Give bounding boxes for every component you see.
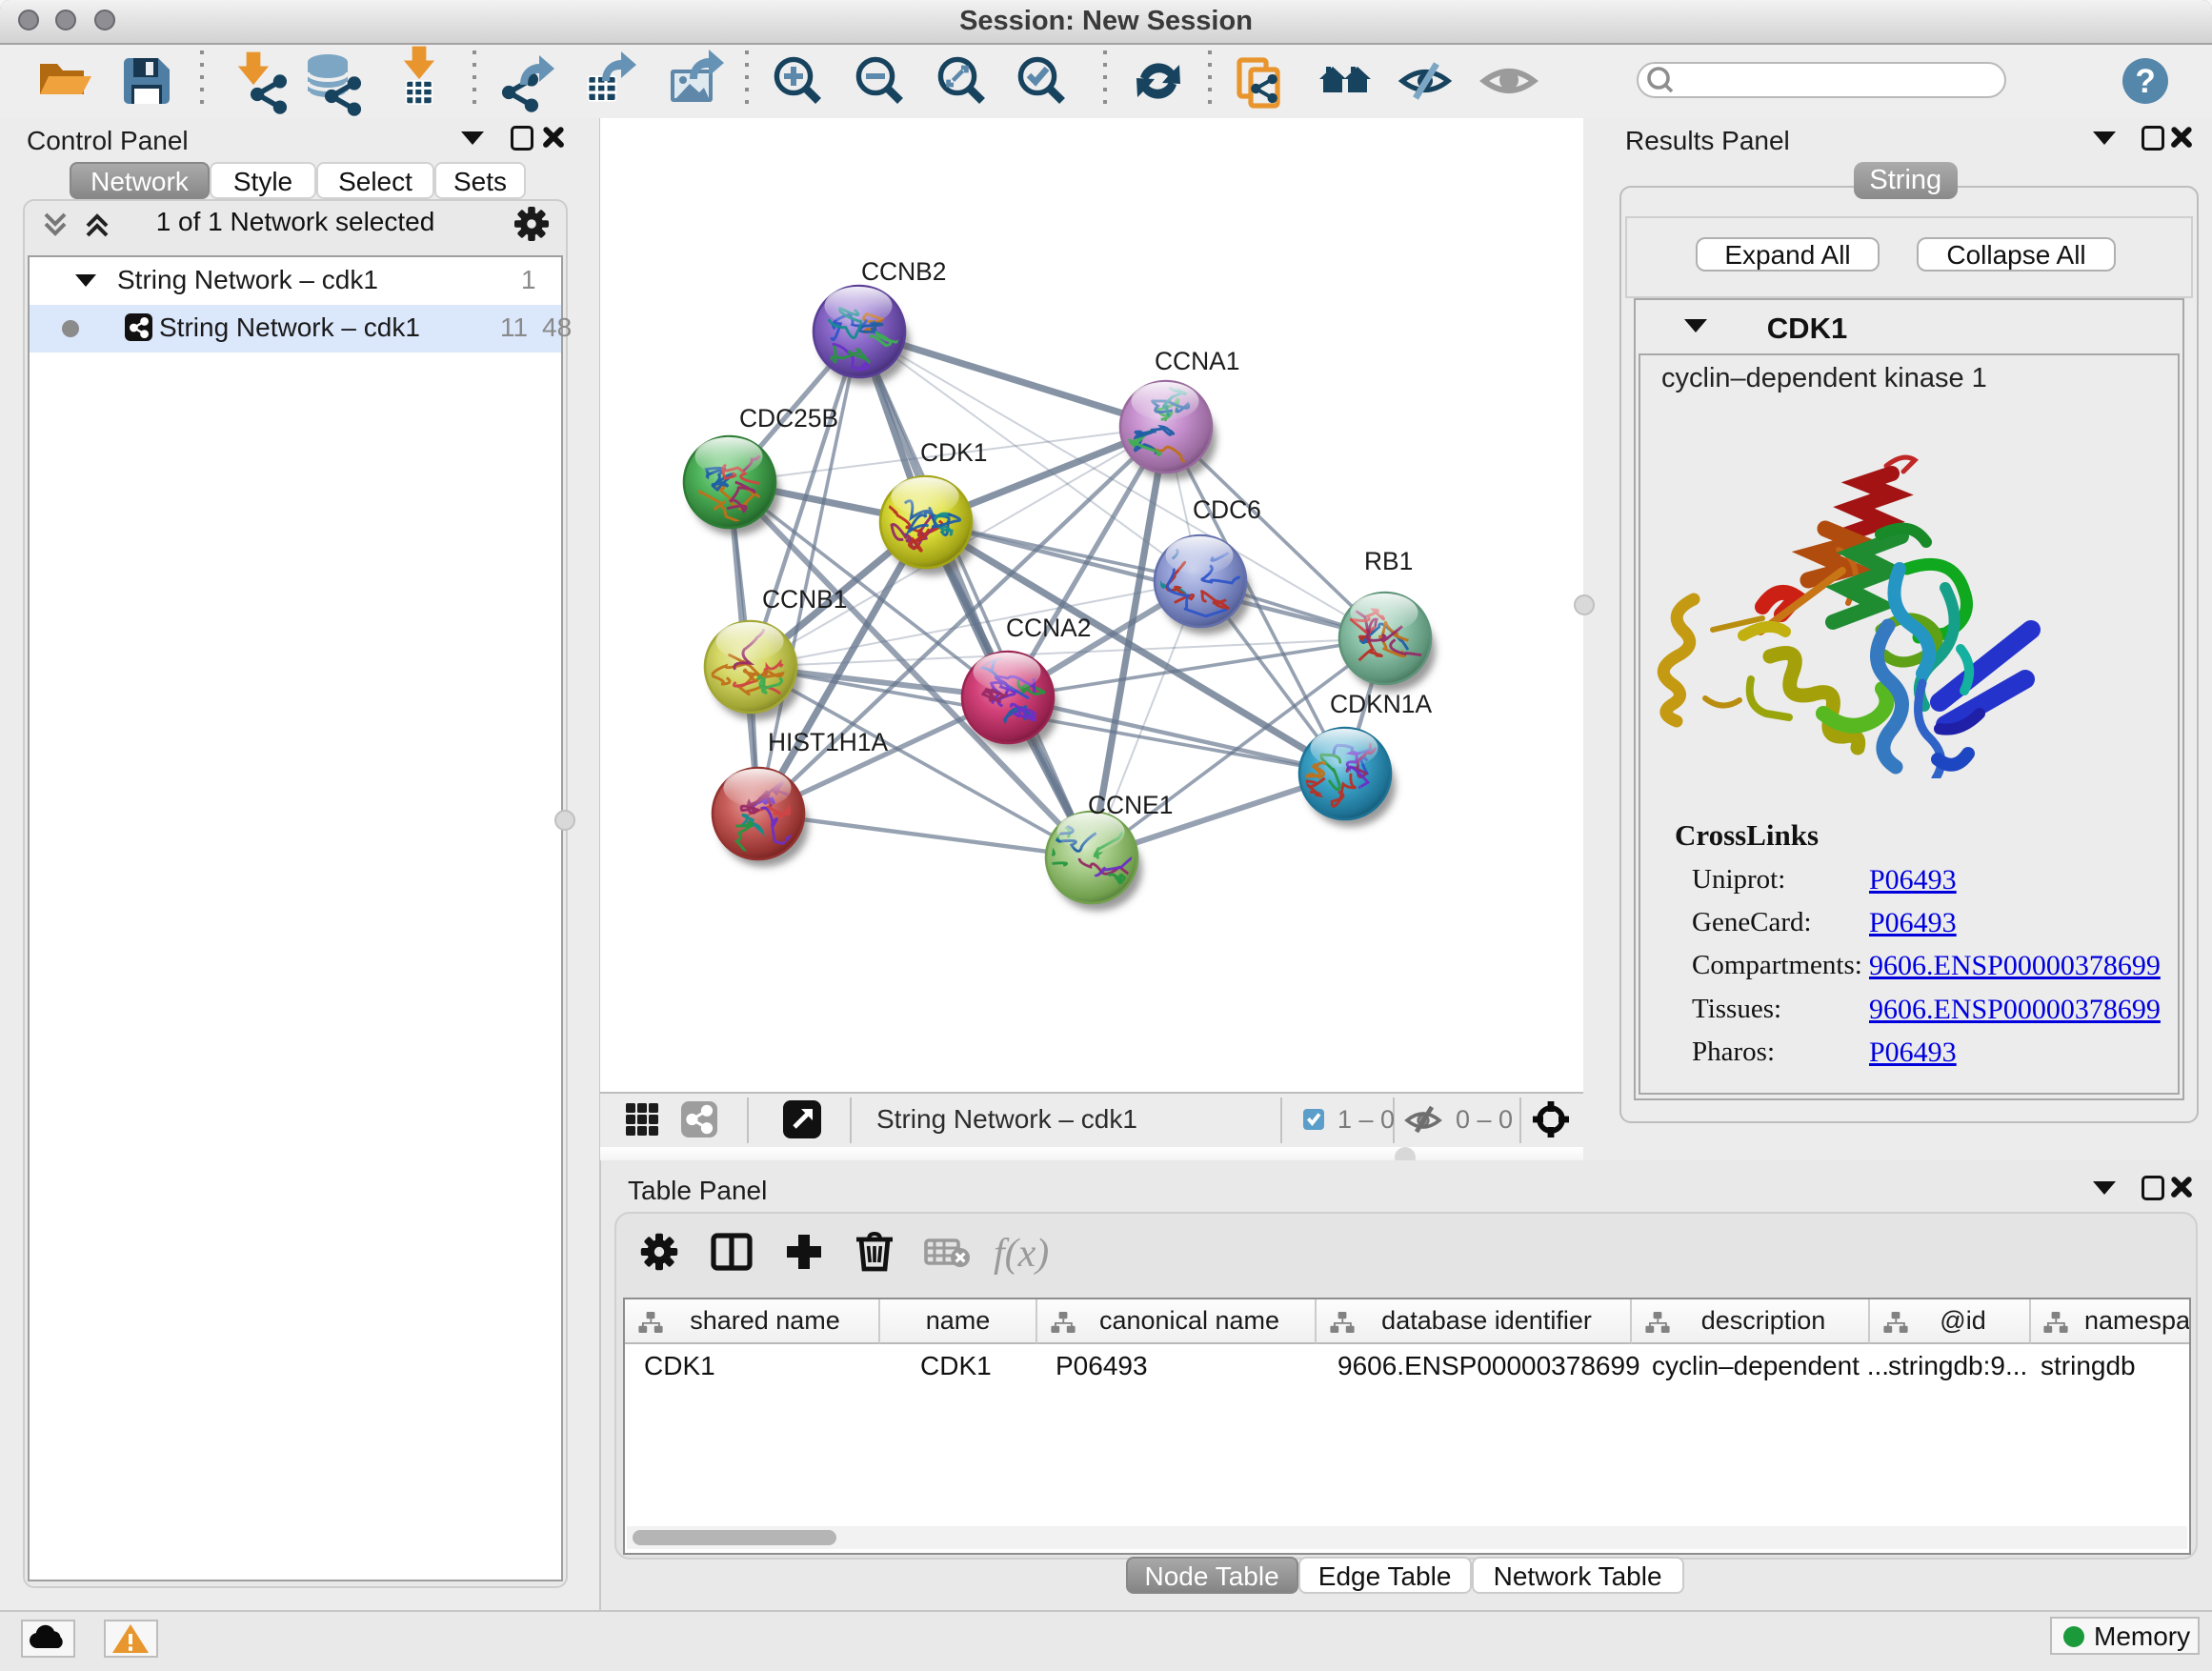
svg-text:f(x): f(x) [994,1232,1049,1276]
svg-text:CCNA1: CCNA1 [1155,347,1239,375]
svg-text:HIST1H1A: HIST1H1A [768,728,889,756]
svg-text:?: ? [2135,63,2155,100]
svg-text:CDC25B: CDC25B [739,404,838,433]
svg-text:RB1: RB1 [1364,547,1413,575]
svg-text:CCNA2: CCNA2 [1006,614,1091,642]
svg-text:CCNB1: CCNB1 [762,585,847,614]
svg-text:CDC6: CDC6 [1193,495,1261,524]
svg-text:CCNE1: CCNE1 [1088,791,1173,819]
svg-text:CCNB2: CCNB2 [861,257,946,286]
svg-text:CDKN1A: CDKN1A [1330,690,1432,718]
svg-text:CDK1: CDK1 [920,438,987,467]
